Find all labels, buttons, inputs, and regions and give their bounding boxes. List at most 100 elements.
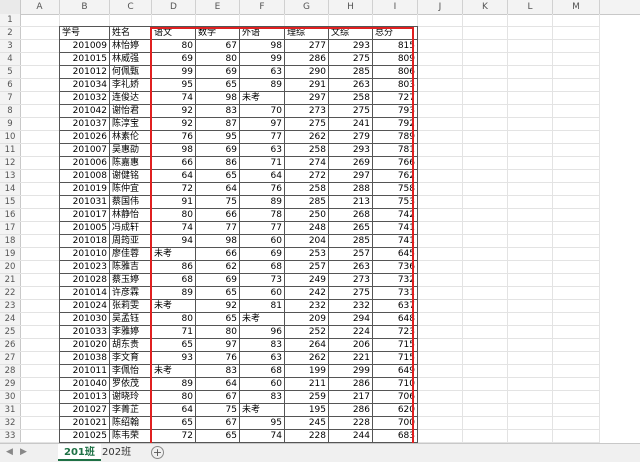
empty-cell[interactable] bbox=[508, 274, 553, 287]
table-cell[interactable]: 715 bbox=[373, 339, 418, 352]
table-cell[interactable]: 723 bbox=[373, 326, 418, 339]
table-cell[interactable]: 83 bbox=[240, 339, 285, 352]
empty-cell[interactable] bbox=[20, 40, 60, 53]
table-cell[interactable]: 71 bbox=[240, 157, 285, 170]
table-cell[interactable]: 蔡玉婷 bbox=[110, 274, 152, 287]
empty-cell[interactable] bbox=[418, 157, 463, 170]
table-cell[interactable]: 66 bbox=[152, 157, 196, 170]
empty-cell[interactable] bbox=[508, 235, 553, 248]
empty-cell[interactable] bbox=[20, 157, 60, 170]
empty-cell[interactable] bbox=[20, 313, 60, 326]
table-cell[interactable]: 83 bbox=[196, 105, 240, 118]
table-cell[interactable]: 620 bbox=[373, 404, 418, 417]
empty-cell[interactable] bbox=[553, 287, 600, 300]
empty-cell[interactable] bbox=[508, 339, 553, 352]
plus-icon[interactable]: + bbox=[151, 446, 164, 459]
table-cell[interactable]: 71 bbox=[152, 326, 196, 339]
table-cell[interactable]: 269 bbox=[329, 157, 373, 170]
table-cell[interactable]: 何佩甄 bbox=[110, 66, 152, 79]
table-cell[interactable]: 809 bbox=[373, 53, 418, 66]
table-cell[interactable]: 273 bbox=[285, 105, 329, 118]
column-header-m[interactable]: M bbox=[553, 0, 600, 14]
table-cell[interactable]: 60 bbox=[240, 287, 285, 300]
row-header-28[interactable]: 28 bbox=[0, 365, 20, 378]
table-cell[interactable]: 林怡婷 bbox=[110, 40, 152, 53]
row-header-2[interactable]: 2 bbox=[0, 27, 20, 40]
column-header-d[interactable]: D bbox=[152, 0, 196, 14]
row-header-6[interactable]: 6 bbox=[0, 79, 20, 92]
empty-cell[interactable] bbox=[508, 222, 553, 235]
empty-cell[interactable] bbox=[463, 248, 508, 261]
empty-cell[interactable] bbox=[553, 209, 600, 222]
table-cell[interactable]: 89 bbox=[152, 378, 196, 391]
table-cell[interactable]: 244 bbox=[329, 430, 373, 443]
empty-cell[interactable] bbox=[418, 417, 463, 430]
table-cell[interactable]: 649 bbox=[373, 365, 418, 378]
table-cell[interactable]: 781 bbox=[373, 144, 418, 157]
table-cell[interactable]: 93 bbox=[152, 352, 196, 365]
table-cell[interactable]: 265 bbox=[329, 222, 373, 235]
table-cell[interactable]: 273 bbox=[329, 274, 373, 287]
empty-cell[interactable] bbox=[553, 131, 600, 144]
empty-cell[interactable] bbox=[463, 430, 508, 443]
empty-cell[interactable] bbox=[463, 14, 508, 27]
table-cell[interactable]: 周筠亚 bbox=[110, 235, 152, 248]
empty-cell[interactable] bbox=[553, 300, 600, 313]
table-cell[interactable]: 罗依茂 bbox=[110, 378, 152, 391]
table-cell[interactable]: 648 bbox=[373, 313, 418, 326]
table-cell[interactable]: 297 bbox=[285, 92, 329, 105]
table-cell[interactable]: 732 bbox=[373, 274, 418, 287]
empty-cell[interactable] bbox=[463, 53, 508, 66]
empty-cell[interactable] bbox=[20, 326, 60, 339]
table-cell[interactable]: 连俊达 bbox=[110, 92, 152, 105]
table-cell[interactable]: 谢健铭 bbox=[110, 170, 152, 183]
table-cell[interactable]: 815 bbox=[373, 40, 418, 53]
table-cell[interactable]: 201034 bbox=[60, 79, 110, 92]
table-cell[interactable]: 232 bbox=[285, 300, 329, 313]
column-header-k[interactable]: K bbox=[463, 0, 508, 14]
empty-cell[interactable] bbox=[463, 274, 508, 287]
empty-cell[interactable] bbox=[463, 183, 508, 196]
empty-cell[interactable] bbox=[508, 157, 553, 170]
table-cell[interactable]: 258 bbox=[329, 92, 373, 105]
empty-cell[interactable] bbox=[508, 391, 553, 404]
empty-cell[interactable] bbox=[508, 14, 553, 27]
empty-cell[interactable] bbox=[110, 14, 152, 27]
empty-cell[interactable] bbox=[20, 391, 60, 404]
table-cell[interactable]: 201008 bbox=[60, 170, 110, 183]
table-cell[interactable]: 72 bbox=[152, 183, 196, 196]
empty-cell[interactable] bbox=[20, 352, 60, 365]
empty-cell[interactable] bbox=[329, 14, 373, 27]
table-cell[interactable]: 64 bbox=[152, 404, 196, 417]
empty-cell[interactable] bbox=[20, 339, 60, 352]
empty-cell[interactable] bbox=[418, 235, 463, 248]
empty-cell[interactable] bbox=[463, 79, 508, 92]
table-cell[interactable]: 65 bbox=[196, 430, 240, 443]
empty-cell[interactable] bbox=[418, 378, 463, 391]
table-cell[interactable]: 793 bbox=[373, 105, 418, 118]
empty-cell[interactable] bbox=[20, 300, 60, 313]
empty-cell[interactable] bbox=[508, 300, 553, 313]
table-cell[interactable]: 268 bbox=[329, 209, 373, 222]
table-cell[interactable]: 285 bbox=[329, 235, 373, 248]
empty-cell[interactable] bbox=[418, 27, 463, 40]
empty-cell[interactable] bbox=[20, 378, 60, 391]
empty-cell[interactable] bbox=[463, 40, 508, 53]
empty-cell[interactable] bbox=[553, 430, 600, 443]
row-header-15[interactable]: 15 bbox=[0, 196, 20, 209]
empty-cell[interactable] bbox=[418, 274, 463, 287]
empty-cell[interactable] bbox=[508, 430, 553, 443]
empty-cell[interactable] bbox=[553, 14, 600, 27]
table-header-cell[interactable]: 理综 bbox=[285, 27, 329, 40]
empty-cell[interactable] bbox=[418, 105, 463, 118]
table-header-cell[interactable]: 姓名 bbox=[110, 27, 152, 40]
table-cell[interactable]: 陈仲宜 bbox=[110, 183, 152, 196]
empty-cell[interactable] bbox=[418, 53, 463, 66]
empty-cell[interactable] bbox=[20, 27, 60, 40]
empty-cell[interactable] bbox=[553, 313, 600, 326]
empty-cell[interactable] bbox=[508, 404, 553, 417]
table-cell[interactable]: 272 bbox=[285, 170, 329, 183]
empty-cell[interactable] bbox=[553, 118, 600, 131]
table-cell[interactable]: 许彦霖 bbox=[110, 287, 152, 300]
table-cell[interactable]: 742 bbox=[373, 209, 418, 222]
